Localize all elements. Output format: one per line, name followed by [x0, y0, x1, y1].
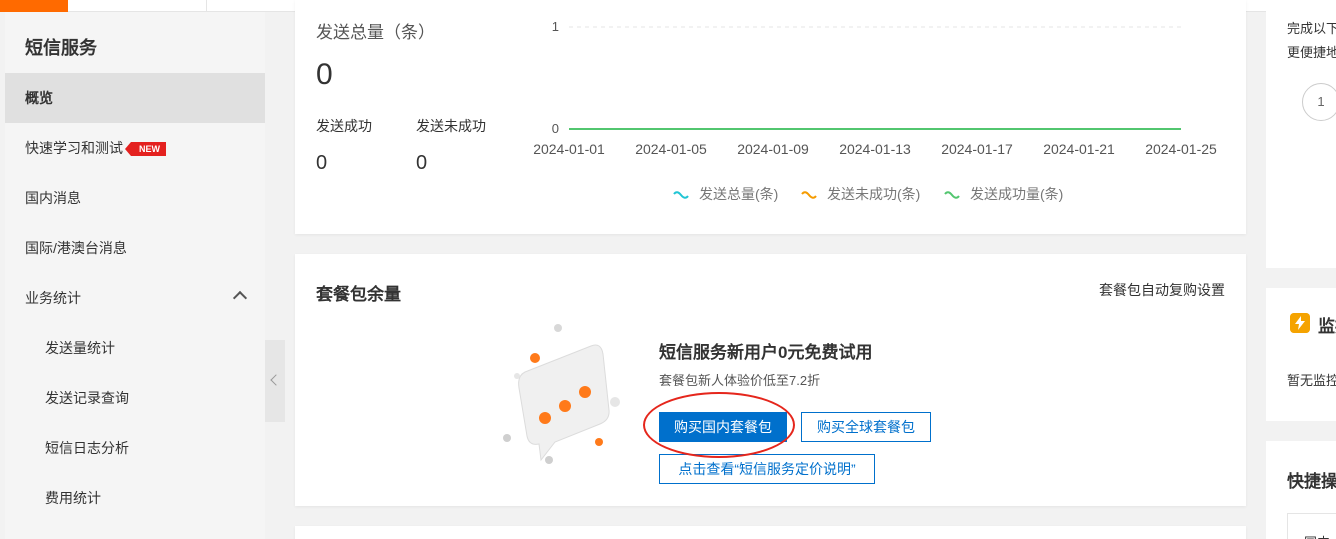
sidebar-item-label: 国内消息	[25, 190, 81, 206]
topbar-divider	[206, 0, 207, 12]
sidebar-title: 短信服务	[25, 38, 97, 58]
sidebar-item-label: 发送记录查询	[45, 390, 129, 406]
brand-logo[interactable]	[0, 0, 68, 12]
message-bubble-illustration	[503, 324, 620, 464]
sidebar-item-label: 概览	[25, 90, 53, 106]
step-indicator[interactable]: 1	[1302, 83, 1336, 121]
buy-domestic-package-button[interactable]: 购买国内套餐包	[659, 412, 787, 442]
sidebar-item-business-stats[interactable]: 业务统计	[5, 273, 265, 323]
package-title: 套餐包余量	[316, 285, 401, 304]
y-tick-label: 1	[552, 19, 559, 34]
sidebar-item-label: 费用统计	[45, 490, 101, 506]
sidebar-item-label: 快速学习和测试	[25, 140, 123, 156]
sidebar-item-domestic[interactable]: 国内消息	[5, 173, 265, 223]
sidebar-item-overview[interactable]: 概览	[5, 73, 265, 123]
sidebar-item-label: 发送量统计	[45, 340, 115, 356]
y-tick-label: 0	[552, 121, 559, 136]
sidebar: 短信服务 概览 快速学习和测试 NEW 国内消息 国际/港澳台消息 业务统计 发送…	[5, 12, 265, 539]
sidebar-item-cost-stats[interactable]: 费用统计	[5, 473, 265, 523]
monitor-empty-text: 暂无监控	[1287, 373, 1336, 388]
view-pricing-button[interactable]: 点击查看“短信服务定价说明”	[659, 454, 875, 484]
quick-actions-card: 快捷操作 国内	[1266, 441, 1336, 539]
x-tick-label: 2024-01-13	[839, 141, 911, 157]
fail-label: 发送未成功	[416, 118, 486, 134]
x-tick-label: 2024-01-05	[635, 141, 707, 157]
sidebar-item-log-analysis[interactable]: 短信日志分析	[5, 423, 265, 473]
new-badge: NEW	[125, 142, 166, 156]
legend-label: 发送总量(条)	[699, 186, 779, 202]
sidebar-item-send-records[interactable]: 发送记录查询	[5, 373, 265, 423]
quick-action-label: 国内	[1304, 532, 1330, 539]
sidebar-item-quick-learn[interactable]: 快速学习和测试 NEW	[5, 123, 265, 173]
success-label: 发送成功	[316, 118, 372, 134]
success-value: 0	[316, 152, 328, 174]
fail-value: 0	[416, 152, 428, 174]
total-sent-label: 发送总量（条）	[316, 23, 435, 42]
x-tick-label: 2024-01-17	[941, 141, 1013, 157]
auto-renew-link[interactable]: 套餐包自动复购设置	[1099, 280, 1225, 300]
guide-text-line2: 更便捷地	[1287, 45, 1336, 60]
quick-actions-title: 快捷操作	[1287, 472, 1336, 491]
sidebar-item-label: 业务统计	[25, 290, 81, 306]
monitor-card: 监控 暂无监控	[1266, 288, 1336, 421]
wave-icon	[944, 191, 960, 199]
promo-subtitle: 套餐包新人体验价低至7.2折	[659, 373, 821, 388]
send-stats-card: 发送总量（条） 0 发送成功 发送未成功 0 0 0 1 2024-01-01 202…	[295, 0, 1246, 234]
x-tick-label: 2024-01-25	[1145, 141, 1217, 157]
wave-icon	[673, 191, 689, 199]
legend-label: 发送未成功(条)	[827, 186, 921, 202]
total-sent-value: 0	[316, 58, 333, 91]
chevron-up-icon	[232, 290, 248, 306]
guide-text-line1: 完成以下	[1287, 21, 1336, 36]
next-card	[295, 526, 1246, 539]
wave-icon	[801, 191, 817, 199]
sidebar-item-international[interactable]: 国际/港澳台消息	[5, 223, 265, 273]
legend-item-success[interactable]: 发送成功量(条)	[944, 184, 1063, 204]
sidebar-item-label: 短信日志分析	[45, 440, 129, 456]
x-tick-label: 2024-01-21	[1043, 141, 1115, 157]
sidebar-item-send-stats[interactable]: 发送量统计	[5, 323, 265, 373]
legend-item-total[interactable]: 发送总量(条)	[673, 184, 778, 204]
x-tick-label: 2024-01-09	[737, 141, 809, 157]
sidebar-collapse-handle[interactable]	[265, 340, 285, 422]
legend-item-fail[interactable]: 发送未成功(条)	[801, 184, 920, 204]
chevron-left-icon	[270, 374, 282, 386]
x-tick-label: 2024-01-01	[533, 141, 605, 157]
monitor-title: 监控	[1318, 317, 1336, 336]
buy-global-package-button[interactable]: 购买全球套餐包	[801, 412, 931, 442]
sidebar-item-label: 国际/港澳台消息	[25, 240, 127, 256]
promo-title: 短信服务新用户0元免费试用	[659, 343, 873, 362]
package-card: 套餐包余量 套餐包自动复购设置 短信服务新用户0元免费试用 套餐包新人体验价低至…	[295, 254, 1246, 506]
lightning-icon	[1290, 313, 1310, 333]
quick-action-domestic[interactable]: 国内	[1287, 513, 1336, 539]
legend-label: 发送成功量(条)	[970, 186, 1064, 202]
guide-card: 完成以下 更便捷地 1	[1266, 0, 1336, 268]
